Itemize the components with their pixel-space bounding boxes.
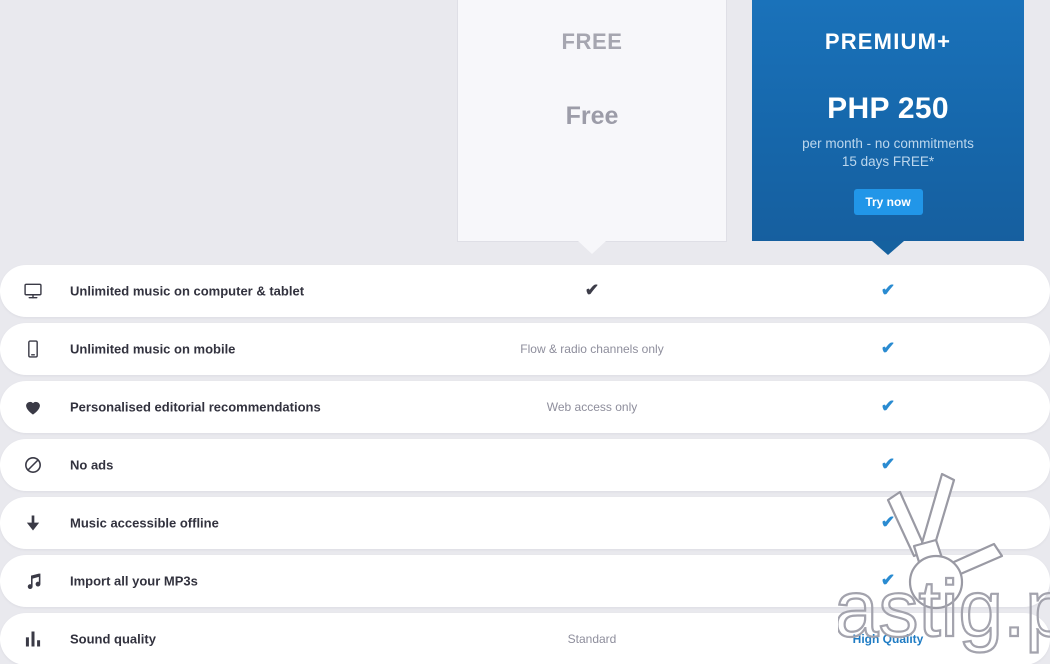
feature-row: Import all your MP3s ✔ [0, 555, 1050, 607]
feature-value-free: ✔ [458, 282, 726, 301]
check-icon: ✔ [880, 396, 896, 416]
feature-label: No ads [70, 457, 114, 473]
pricing-comparison-page: FREE Free PREMIUM+ PHP 250 per month - n… [0, 0, 1050, 664]
plan-sub-line-2: 15 days FREE* [841, 154, 935, 169]
monitor-icon [22, 280, 44, 302]
plan-price-premium: PHP 250 [827, 92, 949, 125]
feature-row: Unlimited music on computer & tablet ✔ ✔ [0, 265, 1050, 317]
check-icon: ✔ [880, 280, 896, 300]
check-icon: ✔ [880, 512, 896, 532]
plan-card-free[interactable]: FREE Free [458, 0, 726, 254]
feature-row: Music accessible offline ✔ [0, 497, 1050, 549]
feature-value-free: Standard [458, 630, 726, 648]
plan-pointer-arrow-premium [872, 241, 904, 255]
feature-label: Unlimited music on computer & tablet [70, 283, 305, 299]
feature-row: Personalised editorial recommendations We… [0, 381, 1050, 433]
feature-rows-list: Unlimited music on computer & tablet ✔ ✔ Un… [0, 265, 1050, 664]
feature-value-premium: ✔ [752, 456, 1024, 475]
feature-label: Import all your MP3s [70, 573, 198, 589]
feature-value-premium: ✔ [752, 398, 1024, 417]
bar-chart-icon [22, 628, 44, 650]
plan-pointer-arrow-free [578, 241, 606, 254]
feature-value-premium-text: High Quality [852, 632, 924, 646]
feature-row: Sound quality Standard High Quality [0, 613, 1050, 664]
feature-label: Unlimited music on mobile [70, 341, 236, 357]
check-icon: ✔ [880, 454, 896, 474]
feature-value-free-text: Flow & radio channels only [520, 342, 664, 356]
music-note-icon [22, 570, 44, 592]
feature-value-free: Flow & radio channels only [458, 340, 726, 358]
feature-value-premium: ✔ [752, 282, 1024, 301]
feature-value-premium: High Quality [752, 630, 1024, 648]
mobile-icon [22, 338, 44, 360]
feature-value-free-text: Web access only [546, 400, 638, 414]
check-icon: ✔ [584, 280, 600, 300]
no-ads-icon [22, 454, 44, 476]
check-icon: ✔ [880, 338, 896, 358]
feature-value-premium: ✔ [752, 340, 1024, 359]
plan-subtext-premium: per month - no commitments 15 days FREE* [752, 135, 1024, 171]
feature-value-premium: ✔ [752, 514, 1024, 533]
heart-icon [22, 396, 44, 418]
try-now-button[interactable]: Try now [853, 189, 923, 215]
plan-card-premium[interactable]: PREMIUM+ PHP 250 per month - no commitme… [752, 0, 1024, 255]
download-icon [22, 512, 44, 534]
feature-label: Music accessible offline [70, 515, 219, 531]
check-icon: ✔ [880, 570, 896, 590]
feature-label: Sound quality [70, 631, 156, 647]
feature-row: No ads ✔ [0, 439, 1050, 491]
plan-price-free: Free [565, 102, 619, 130]
feature-value-free: Web access only [458, 398, 726, 416]
feature-label: Personalised editorial recommendations [70, 399, 321, 415]
feature-value-free-text: Standard [567, 632, 617, 646]
plan-name-premium: PREMIUM+ [824, 29, 952, 54]
feature-value-premium: ✔ [752, 572, 1024, 591]
plan-sub-line-1: per month - no commitments [802, 136, 974, 151]
plan-name-free: FREE [561, 29, 623, 54]
feature-row: Unlimited music on mobile Flow & radio ch… [0, 323, 1050, 375]
